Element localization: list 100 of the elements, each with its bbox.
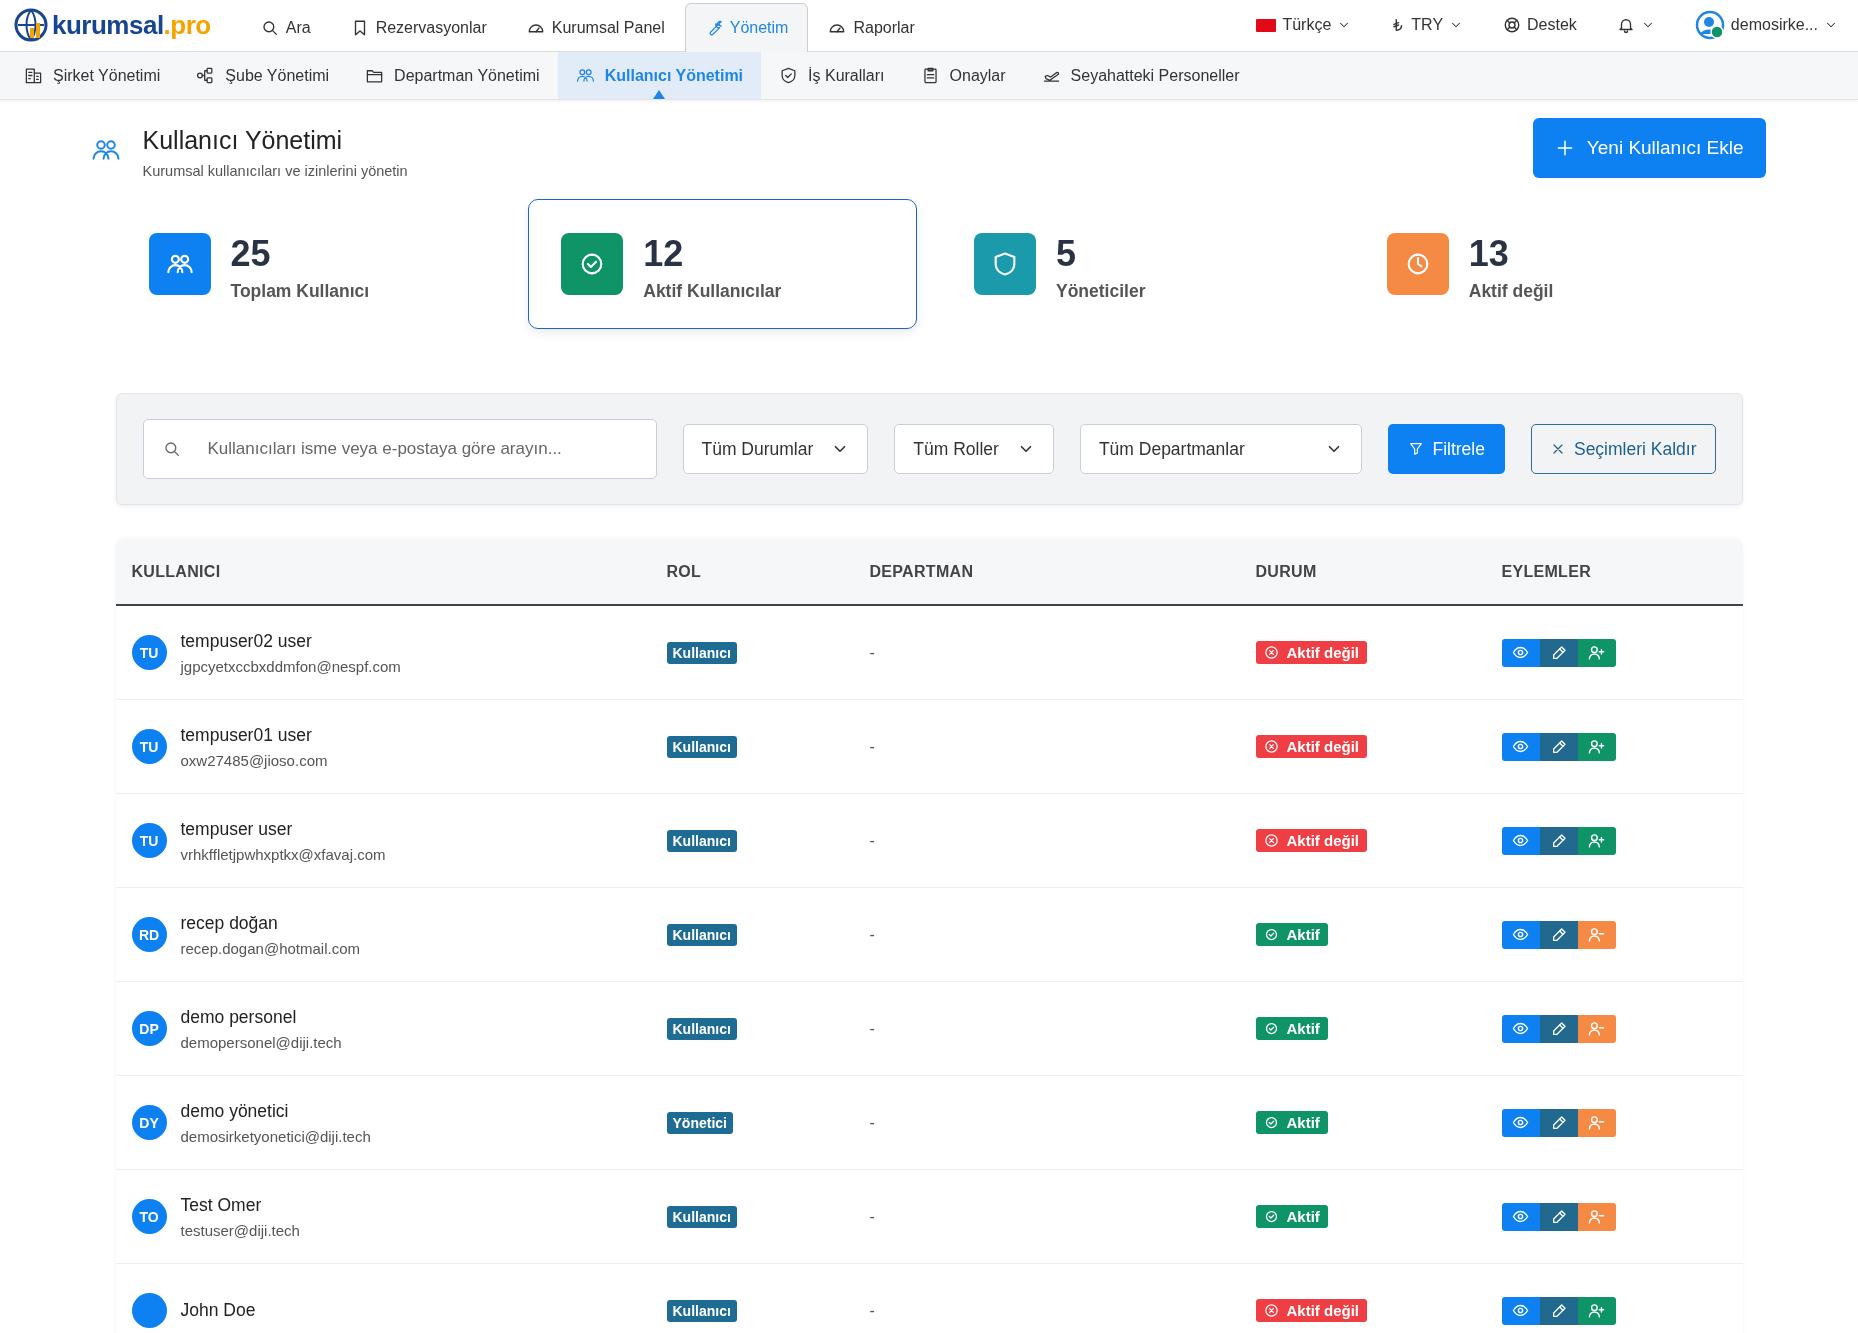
subnav-tab[interactable]: Şube Yönetimi bbox=[178, 52, 348, 99]
page-title: Kullanıcı Yönetimi bbox=[142, 126, 344, 155]
pencil-icon bbox=[1550, 926, 1567, 943]
x-circle-icon bbox=[1263, 645, 1279, 660]
view-button[interactable] bbox=[1501, 1014, 1540, 1043]
stat-card[interactable]: 25 Toplam Kullanıcı bbox=[115, 199, 505, 329]
user-avatar: TO bbox=[131, 1199, 167, 1234]
nav-tab[interactable]: Rezervasyonlar bbox=[330, 3, 507, 51]
eye-icon bbox=[1512, 1208, 1529, 1225]
column-header: KULLANICI bbox=[131, 562, 222, 581]
edit-button[interactable] bbox=[1539, 638, 1578, 667]
department-cell-text: - bbox=[869, 831, 876, 850]
user-minus-icon bbox=[1588, 1114, 1605, 1131]
activate-user-button[interactable] bbox=[1577, 732, 1616, 761]
user-avatar: TU bbox=[131, 635, 167, 670]
department-cell-text: - bbox=[869, 1019, 876, 1038]
stat-label: Yöneticiler bbox=[1056, 280, 1146, 302]
view-button[interactable] bbox=[1501, 920, 1540, 949]
user-email: oxw27485@jioso.com bbox=[180, 751, 328, 769]
edit-button[interactable] bbox=[1539, 1014, 1578, 1043]
subnav-tab[interactable]: Seyahatteki Personeller bbox=[1023, 52, 1258, 99]
view-button[interactable] bbox=[1501, 1108, 1540, 1137]
view-button[interactable] bbox=[1501, 1202, 1540, 1231]
filter-dropdown[interactable]: Tüm Roller bbox=[894, 424, 1054, 474]
edit-button[interactable] bbox=[1539, 1296, 1578, 1325]
deactivate-user-button[interactable] bbox=[1577, 1014, 1616, 1043]
subnav-tab[interactable]: Onaylar bbox=[902, 52, 1024, 99]
user-avatar: TU bbox=[131, 729, 167, 764]
user-email: jgpcyetxccbxddmfon@nespf.com bbox=[180, 657, 401, 675]
deactivate-user-button[interactable] bbox=[1577, 920, 1616, 949]
activate-user-button[interactable] bbox=[1577, 1296, 1616, 1325]
edit-button[interactable] bbox=[1539, 1202, 1578, 1231]
stat-value: 12 bbox=[643, 232, 685, 275]
nav-tab[interactable]: Ara bbox=[240, 3, 331, 51]
x-circle-icon bbox=[1263, 739, 1279, 754]
logo-text[interactable]: kurumsal.pro bbox=[52, 9, 211, 41]
activate-user-button[interactable] bbox=[1577, 638, 1616, 667]
check-circle-icon bbox=[1263, 1209, 1279, 1224]
view-button[interactable] bbox=[1501, 638, 1540, 667]
user-plus-icon bbox=[1588, 1302, 1605, 1319]
user-plus-icon bbox=[1588, 738, 1605, 755]
search-field[interactable]: Kullanıcıları isme veya e-postaya göre arayın... bbox=[142, 419, 657, 479]
view-button[interactable] bbox=[1501, 1296, 1540, 1325]
department-cell-text: - bbox=[869, 1113, 876, 1132]
subnav-tab[interactable]: Departman Yönetimi bbox=[347, 52, 558, 99]
status-badge: Aktif bbox=[1255, 923, 1328, 946]
department-cell-text: - bbox=[869, 643, 876, 662]
deactivate-user-button[interactable] bbox=[1577, 1108, 1616, 1137]
status-badge: Aktif bbox=[1255, 1017, 1328, 1040]
nav-tab[interactable]: Kurumsal Panel bbox=[506, 3, 685, 51]
role-badge: Yönetici bbox=[666, 1111, 733, 1134]
filter-dropdown[interactable]: Tüm Durumlar bbox=[682, 424, 869, 474]
edit-button[interactable] bbox=[1539, 1108, 1578, 1137]
subnav-tab[interactable]: İş Kuralları bbox=[761, 52, 903, 99]
view-button[interactable] bbox=[1501, 826, 1540, 855]
clear-selections-button[interactable]: Seçimleri Kaldır bbox=[1530, 424, 1716, 474]
funnel-icon bbox=[1408, 441, 1425, 457]
page-subtitle: Kurumsal kullanıcıları ve izinlerini yönetin bbox=[142, 163, 409, 179]
role-badge: Kullanıcı bbox=[666, 1205, 737, 1228]
column-header: DURUM bbox=[1255, 562, 1318, 581]
user-email: recep.dogan@hotmail.com bbox=[180, 939, 360, 957]
user-minus-icon bbox=[1588, 1020, 1605, 1037]
deactivate-user-button[interactable] bbox=[1577, 1202, 1616, 1231]
edit-button[interactable] bbox=[1539, 920, 1578, 949]
user-menu[interactable]: demosirke... bbox=[1674, 10, 1858, 40]
user-email: demosirketyonetici@diji.tech bbox=[180, 1127, 371, 1145]
language-selector[interactable]: Türkçe bbox=[1236, 16, 1372, 34]
user-email: testuser@diji.tech bbox=[180, 1221, 300, 1239]
edit-button[interactable] bbox=[1539, 826, 1578, 855]
role-badge: Kullanıcı bbox=[666, 735, 737, 758]
stat-label: Aktif değil bbox=[1468, 280, 1554, 302]
currency-selector[interactable]: TRY bbox=[1371, 16, 1484, 34]
support-link[interactable]: Destek bbox=[1483, 16, 1597, 34]
user-name: Test Omer bbox=[180, 1194, 263, 1216]
view-button[interactable] bbox=[1501, 732, 1540, 761]
stat-card[interactable]: 5 Yöneticiler bbox=[941, 199, 1330, 329]
add-user-button[interactable]: Yeni Kullanıcı Ekle bbox=[1532, 117, 1766, 178]
column-header: ROL bbox=[666, 562, 703, 581]
filter-button[interactable]: Filtrele bbox=[1388, 424, 1505, 474]
stat-card[interactable]: 13 Aktif değil bbox=[1353, 199, 1743, 329]
subnav-tab[interactable]: Şirket Yönetimi bbox=[6, 52, 179, 99]
user-plus-icon bbox=[1588, 832, 1605, 849]
user-plus-icon bbox=[1588, 644, 1605, 661]
stat-label: Toplam Kullanıcı bbox=[230, 280, 370, 302]
filter-dropdown[interactable]: Tüm Departmanlar bbox=[1079, 424, 1363, 474]
user-avatar: RD bbox=[131, 917, 167, 952]
user-name: demo yönetici bbox=[180, 1100, 290, 1122]
stat-card[interactable]: 12 Aktif Kullanıcılar bbox=[528, 199, 917, 329]
department-cell-text: - bbox=[869, 925, 876, 944]
check-circle-icon bbox=[1263, 927, 1279, 942]
activate-user-button[interactable] bbox=[1577, 826, 1616, 855]
edit-button[interactable] bbox=[1539, 732, 1578, 761]
status-badge: Aktif değil bbox=[1255, 641, 1367, 664]
user-avatar bbox=[131, 1293, 167, 1328]
nav-tab[interactable]: Yönetim bbox=[684, 3, 809, 52]
nav-tab[interactable]: Raporlar bbox=[808, 3, 935, 51]
stat-value: 5 bbox=[1056, 232, 1078, 275]
status-badge: Aktif bbox=[1255, 1205, 1328, 1228]
stat-value: 13 bbox=[1468, 232, 1510, 275]
x-circle-icon bbox=[1263, 1303, 1279, 1318]
